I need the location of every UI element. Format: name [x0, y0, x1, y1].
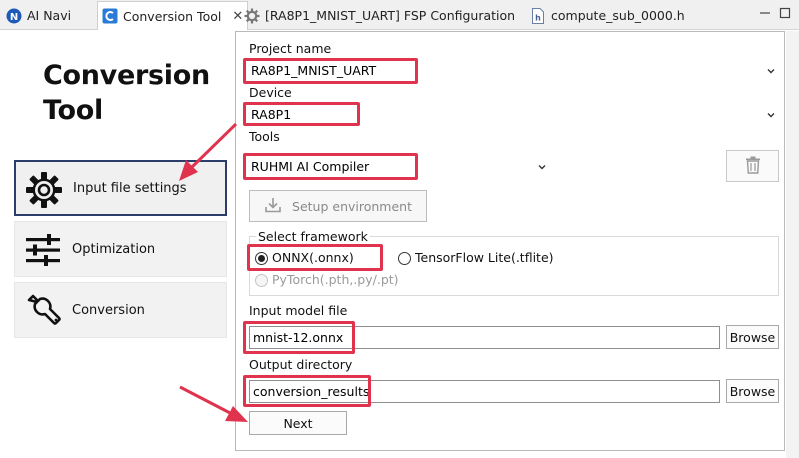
scrollbar[interactable]: [786, 31, 799, 458]
page-title-line-2: Tool: [43, 95, 103, 126]
sidebar-item-label: Optimization: [72, 241, 156, 257]
project-name-select[interactable]: RA8P1_MNIST_UART: [247, 59, 780, 81]
editor-tab-bar: N AI Navi Conversion Tool ✕ [RA8P1_MNIST…: [0, 0, 799, 30]
pytorch-radio-label: PyTorch(.pth,.py/.pt): [272, 272, 399, 287]
page-title: Conversion Tool: [43, 58, 210, 128]
tools-value: RUHMI AI Compiler: [251, 159, 370, 174]
download-icon: [264, 196, 282, 217]
project-name-value: RA8P1_MNIST_UART: [251, 63, 377, 78]
setup-environment-label: Setup environment: [292, 198, 412, 214]
sidebar-item-label: Input file settings: [73, 180, 187, 196]
device-value: RA8P1: [251, 107, 292, 122]
input-model-field[interactable]: mnist-12.onnx: [249, 326, 720, 349]
device-select[interactable]: RA8P1: [247, 103, 780, 125]
tab-ai-navi[interactable]: N AI Navi: [6, 2, 71, 29]
chevron-down-icon[interactable]: [765, 65, 777, 77]
sliders-icon: [23, 230, 63, 270]
chevron-down-icon[interactable]: [536, 161, 548, 173]
tab-label: compute_sub_0000.h: [551, 8, 685, 23]
chevron-down-icon[interactable]: [765, 109, 777, 121]
tools-label: Tools: [249, 129, 280, 144]
maximize-icon[interactable]: [778, 6, 792, 20]
output-directory-field[interactable]: conversion_results: [249, 380, 720, 403]
browse-input-button[interactable]: Browse: [726, 325, 779, 349]
svg-text:h: h: [535, 13, 541, 22]
onnx-radio-label: ONNX(.onnx): [272, 250, 354, 265]
svg-text:N: N: [10, 12, 18, 23]
setup-environment-button[interactable]: Setup environment: [249, 190, 427, 222]
pytorch-radio: [255, 274, 268, 287]
tools-select[interactable]: RUHMI AI Compiler: [247, 155, 552, 177]
tab-compute-sub-header[interactable]: h compute_sub_0000.h: [530, 2, 685, 29]
sidebar-item-conversion[interactable]: Conversion: [14, 282, 227, 338]
framework-group: [249, 236, 779, 296]
tab-conversion-tool[interactable]: Conversion Tool ✕: [97, 1, 249, 30]
tflite-radio[interactable]: [398, 252, 411, 265]
framework-group-label: Select framework: [256, 229, 370, 244]
close-icon[interactable]: ✕: [232, 9, 243, 24]
input-model-label: Input model file: [249, 303, 348, 318]
trash-icon: [745, 156, 761, 177]
onnx-radio[interactable]: [255, 252, 268, 265]
tab-label: Conversion Tool: [123, 8, 222, 24]
gear-icon: [24, 170, 64, 210]
header-file-icon: h: [530, 7, 546, 24]
page-title-line-1: Conversion: [43, 60, 210, 91]
ai-navi-icon: N: [6, 8, 22, 24]
output-directory-value: conversion_results: [253, 384, 370, 399]
sidebar-item-input-file-settings[interactable]: Input file settings: [14, 160, 227, 216]
tab-fsp-configuration[interactable]: [RA8P1_MNIST_UART] FSP Configuration: [244, 2, 515, 29]
window-controls: [758, 6, 792, 20]
conversion-tool-icon: [102, 8, 118, 24]
device-label: Device: [249, 85, 292, 100]
minimize-icon[interactable]: [758, 6, 772, 20]
input-model-value: mnist-12.onnx: [253, 330, 344, 345]
sidebar-item-optimization[interactable]: Optimization: [14, 221, 227, 277]
tflite-radio-label: TensorFlow Lite(.tflite): [415, 250, 554, 265]
tab-label: AI Navi: [27, 8, 72, 23]
sidebar-item-label: Conversion: [72, 302, 145, 318]
delete-tool-button[interactable]: [726, 150, 779, 182]
tab-label: [RA8P1_MNIST_UART] FSP Configuration: [265, 8, 516, 23]
project-name-label: Project name: [249, 41, 332, 56]
output-directory-label: Output directory: [249, 357, 353, 372]
gear-icon: [244, 8, 260, 24]
next-button[interactable]: Next: [249, 411, 347, 435]
wrench-icon: [23, 291, 63, 331]
browse-output-button[interactable]: Browse: [726, 379, 779, 403]
